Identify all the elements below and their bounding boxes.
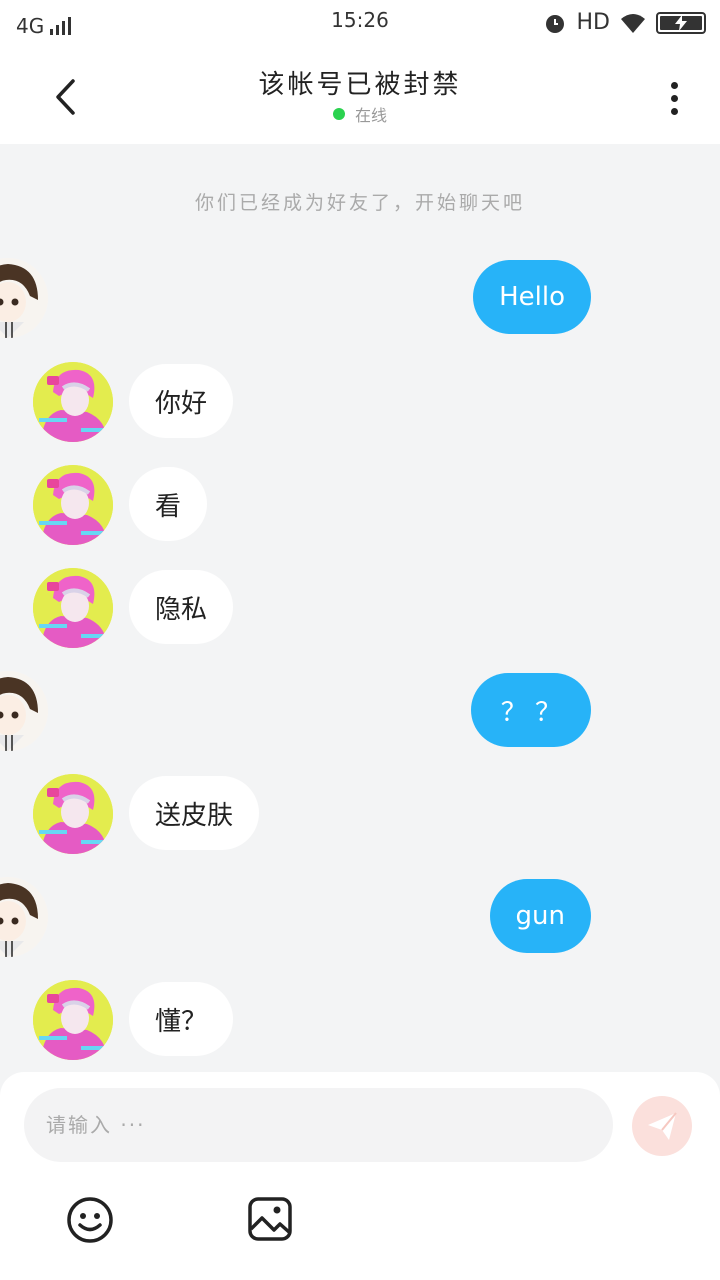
message-row: ？ ？: [0, 671, 720, 751]
paper-plane-icon: [648, 1112, 677, 1140]
contact-avatar[interactable]: [33, 980, 113, 1060]
system-message: 你们已经成为好友了，开始聊天吧: [194, 192, 525, 214]
message-row: Hello: [0, 258, 720, 338]
online-dot-icon: [332, 108, 345, 120]
message-bubble-outgoing[interactable]: gun: [489, 879, 591, 953]
online-status-label: 在线: [354, 106, 387, 125]
contact-avatar[interactable]: [33, 362, 113, 442]
wifi-icon: [621, 13, 645, 33]
send-button[interactable]: [632, 1096, 692, 1156]
message-row: gun: [0, 877, 720, 957]
message-bubble-incoming[interactable]: 你好: [129, 364, 234, 438]
contact-avatar[interactable]: [33, 465, 113, 545]
hd-label: HD: [576, 10, 610, 35]
status-bar: 4G 15:26 HD: [0, 0, 720, 52]
my-avatar[interactable]: [0, 877, 48, 957]
composer: [0, 1072, 720, 1280]
battery-icon: [656, 11, 706, 34]
message-input[interactable]: [24, 1088, 613, 1162]
message-row: 你好: [0, 362, 720, 442]
message-row: 送皮肤: [0, 774, 720, 854]
contact-avatar[interactable]: [33, 774, 113, 854]
message-bubble-incoming[interactable]: 送皮肤: [129, 776, 260, 850]
message-row: 隐私: [0, 568, 720, 648]
image-button[interactable]: [247, 1196, 293, 1242]
smiley-icon: [67, 1197, 113, 1243]
alarm-icon: [545, 14, 564, 33]
emoji-button[interactable]: [66, 1196, 114, 1244]
contact-avatar[interactable]: [33, 568, 113, 648]
my-avatar[interactable]: [0, 671, 48, 751]
message-bubble-incoming[interactable]: 隐私: [129, 570, 234, 644]
chat-header: 该帐号已被封禁 在线: [0, 52, 720, 144]
message-row: 懂？: [0, 980, 720, 1060]
more-vertical-icon: [670, 81, 678, 89]
online-status: 在线: [0, 102, 720, 126]
my-avatar[interactable]: [0, 258, 48, 338]
more-options-button[interactable]: [658, 74, 690, 122]
message-row: 看: [0, 465, 720, 545]
message-bubble-incoming[interactable]: 看: [129, 467, 208, 541]
image-icon: [248, 1197, 292, 1241]
status-icons: HD: [543, 10, 706, 35]
chat-title: 该帐号已被封禁: [258, 70, 462, 100]
message-bubble-incoming[interactable]: 懂？: [129, 982, 234, 1056]
message-bubble-outgoing[interactable]: Hello: [473, 260, 591, 334]
message-bubble-outgoing[interactable]: ？ ？: [470, 673, 591, 747]
